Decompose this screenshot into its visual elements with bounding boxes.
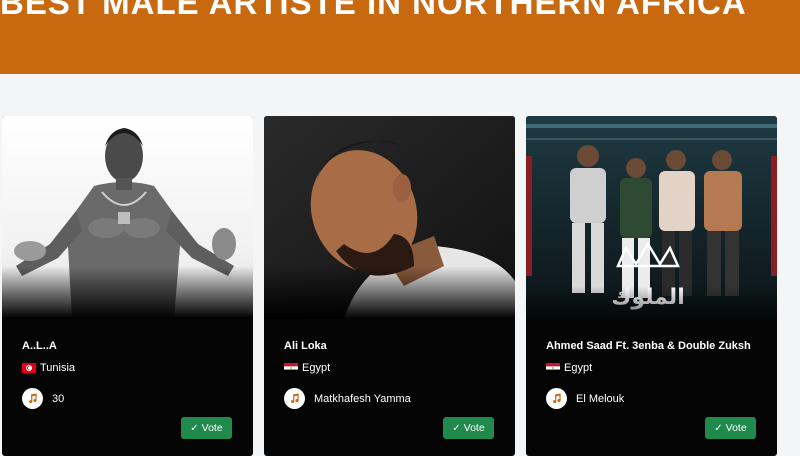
song-title: Matkhafesh Yamma [314, 392, 411, 405]
vote-label: Vote [201, 422, 223, 434]
song-title: 30 [52, 392, 65, 405]
country-name: Egypt [302, 362, 331, 374]
nominee-name: Ahmed Saad Ft. 3enba & Double Zuksh [546, 340, 751, 352]
music-note-icon [22, 388, 43, 409]
egypt-flag-icon [284, 363, 298, 373]
vote-button[interactable]: ✓ Vote [705, 417, 756, 439]
tunisia-flag-icon [22, 363, 36, 373]
vote-button[interactable]: ✓ Vote [181, 417, 232, 439]
nominee-name: A..L..A [22, 340, 57, 352]
page-title: BEST MALE ARTISTE IN NORTHERN AFRICA [0, 0, 747, 21]
nominee-name: Ali Loka [284, 340, 327, 352]
vote-label: Vote [725, 422, 747, 434]
country-row: Egypt [284, 362, 330, 374]
song-row: El Melouk [546, 388, 624, 409]
check-icon: ✓ [714, 422, 723, 434]
song-title: El Melouk [576, 392, 625, 405]
artist-photo [2, 116, 253, 319]
vote-button[interactable]: ✓ Vote [443, 417, 494, 439]
music-note-icon [546, 388, 567, 409]
vote-label: Vote [463, 422, 485, 434]
check-icon: ✓ [190, 422, 199, 434]
song-row: Matkhafesh Yamma [284, 388, 411, 409]
nominee-card-ahmed-saad: الملوك Ahmed Saad Ft. 3enba & Double Zuk… [526, 116, 777, 456]
header-banner: BEST MALE ARTISTE IN NORTHERN AFRICA [0, 0, 800, 74]
nominee-card-ala: A..L..A Tunisia 30 ✓ Vote [2, 116, 253, 456]
artist-photo [264, 116, 515, 319]
nominee-card-ali-loka: Ali Loka Egypt Matkhafesh Yamma ✓ Vote [264, 116, 515, 456]
song-row: 30 [22, 388, 64, 409]
country-row: Egypt [546, 362, 592, 374]
country-name: Egypt [564, 362, 593, 374]
artist-photo: الملوك [526, 116, 777, 319]
music-note-icon [284, 388, 305, 409]
country-name: Tunisia [40, 362, 76, 374]
country-row: Tunisia [22, 362, 75, 374]
egypt-flag-icon [546, 363, 560, 373]
check-icon: ✓ [452, 422, 461, 434]
